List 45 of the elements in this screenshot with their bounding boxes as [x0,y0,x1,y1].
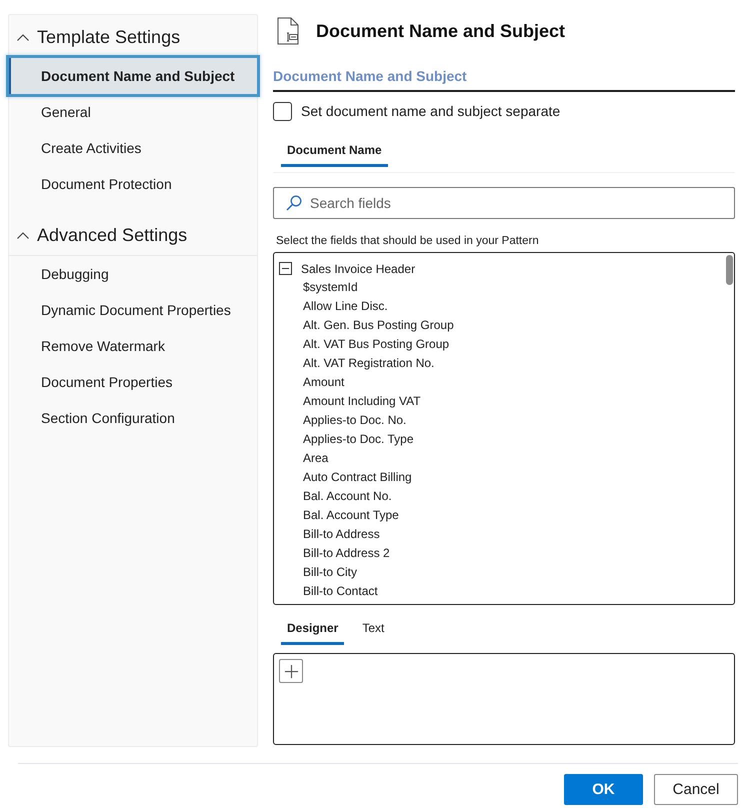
tree-item[interactable]: $systemId [274,278,358,297]
tree-item[interactable]: Allow Line Disc. [274,297,388,316]
sidebar-item[interactable]: Remove Watermark [9,328,257,364]
document-icon [277,17,299,45]
checkbox[interactable] [273,102,292,120]
tree-item[interactable]: Bal. Account Type [274,506,399,525]
tree-item[interactable]: Applies-to Doc. Type [274,430,414,449]
tab[interactable]: Document Name [281,135,388,167]
tree-item[interactable]: Area [274,449,328,468]
tab[interactable]: Designer [281,613,344,645]
search-field[interactable]: Search fields [273,187,735,219]
tree-item[interactable]: Auto Contract Billing [274,468,412,487]
sidebar-item[interactable]: General [9,94,257,130]
cancel-button[interactable]: Cancel [654,774,738,805]
section-heading: Document Name and Subject [273,67,468,86]
tree-item[interactable]: Alt. VAT Registration No. [274,354,434,373]
tab[interactable]: Text [356,613,390,645]
tree-item[interactable]: Bill-to Address 2 [274,544,390,563]
tree-item[interactable]: Amount Including VAT [274,392,421,411]
page-title: Document Name and Subject [316,20,566,42]
sidebar-item[interactable]: Debugging [9,256,257,292]
search-icon [286,195,302,211]
sidebar-item[interactable]: Create Activities [9,130,257,166]
add-button[interactable] [279,659,303,683]
field-list-caption: Select the fields that should be used in your Pattern [275,234,540,248]
sidebar-item[interactable]: Section Configuration [9,400,257,436]
sidebar-item[interactable]: Document Name and Subject [9,58,257,94]
scrollbar-thumb[interactable] [726,255,733,285]
section-header[interactable]: Advanced Settings [9,216,257,256]
tree-item[interactable]: Bill-to Address [274,525,380,544]
checkbox-label: Set document name and subject separate [301,103,560,119]
tree-item[interactable]: Amount [274,373,344,392]
tree-item[interactable]: Bill-to Contact [274,582,378,601]
sidebar-item[interactable]: Dynamic Document Properties [9,292,257,328]
minus-square-icon[interactable] [279,262,292,275]
sidebar-item[interactable]: Document Properties [9,364,257,400]
tree-item[interactable]: Alt. VAT Bus Posting Group [274,335,450,354]
tree-node[interactable]: Sales Invoice Header [274,259,416,278]
sidebar-item[interactable]: Document Protection [9,166,257,202]
tree-item[interactable]: Bill-to City [274,563,358,582]
ok-button[interactable]: OK [564,774,643,805]
tree-item[interactable]: Alt. Gen. Bus Posting Group [274,316,454,335]
tree-item[interactable]: Bal. Account No. [274,487,392,506]
plus-icon [284,664,298,678]
tree-item[interactable]: Applies-to Doc. No. [274,411,406,430]
